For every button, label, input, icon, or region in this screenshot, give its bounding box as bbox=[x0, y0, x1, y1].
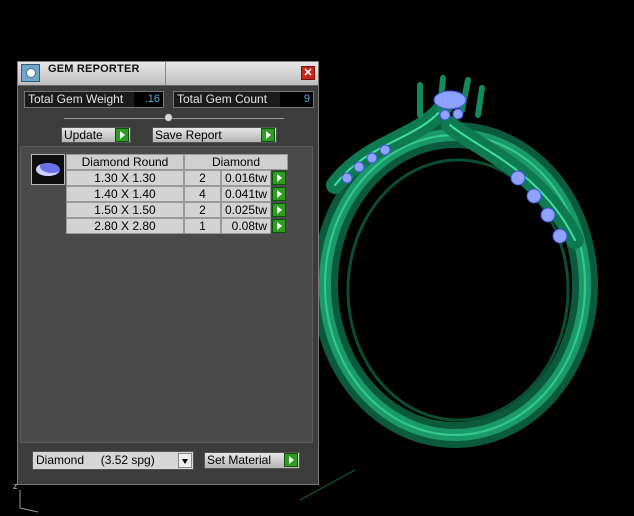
row-count: 1 bbox=[184, 218, 221, 234]
dropdown-arrow-icon[interactable] bbox=[178, 453, 192, 468]
window-title: GEM REPORTER bbox=[48, 63, 140, 75]
update-label: Update bbox=[64, 128, 103, 142]
row-size: 1.40 X 1.40 bbox=[66, 186, 184, 202]
set-material-label: Set Material bbox=[207, 453, 272, 467]
row-weight: 0.041tw bbox=[221, 186, 271, 202]
title-divider bbox=[165, 62, 166, 85]
save-report-button[interactable]: Save Report bbox=[152, 127, 277, 143]
row-count: 2 bbox=[184, 170, 221, 186]
row-count: 2 bbox=[184, 202, 221, 218]
row-weight: 0.016tw bbox=[221, 170, 271, 186]
title-bar[interactable]: GEM REPORTER ✕ bbox=[18, 62, 318, 86]
row-weight: 0.025tw bbox=[221, 202, 271, 218]
row-size: 1.30 X 1.30 bbox=[66, 170, 184, 186]
material-selected-value: Diamond (3.52 spg) bbox=[36, 453, 155, 467]
row-size: 2.80 X 2.80 bbox=[66, 218, 184, 234]
green-arrow-icon[interactable] bbox=[272, 203, 286, 217]
save-report-label: Save Report bbox=[155, 128, 222, 142]
total-gem-count-value: 9 bbox=[280, 92, 313, 107]
column-header-shape: Diamond Round bbox=[66, 154, 184, 170]
column-header-material: Diamond bbox=[184, 154, 288, 170]
panel-splitter-line bbox=[64, 118, 284, 119]
close-icon[interactable]: ✕ bbox=[301, 66, 315, 80]
gem-diamond-icon[interactable] bbox=[31, 154, 65, 185]
green-arrow-icon[interactable] bbox=[272, 187, 286, 201]
total-gem-weight-value: .16 bbox=[134, 92, 163, 107]
green-arrow-icon[interactable] bbox=[115, 128, 129, 142]
material-dropdown[interactable]: Diamond (3.52 spg) bbox=[32, 451, 194, 470]
panel-splitter-knob[interactable] bbox=[164, 113, 173, 122]
green-arrow-icon[interactable] bbox=[284, 453, 298, 467]
green-arrow-icon[interactable] bbox=[272, 219, 286, 233]
gem-list-area: Diamond Round Diamond 1.30 X 1.30 2 0.01… bbox=[20, 146, 313, 443]
gem-reporter-app-icon bbox=[21, 64, 40, 82]
green-arrow-icon[interactable] bbox=[261, 128, 275, 142]
total-gem-weight-text: Total Gem Weight bbox=[28, 92, 124, 106]
row-weight: 0.08tw bbox=[221, 218, 271, 234]
row-count: 4 bbox=[184, 186, 221, 202]
gem-reporter-panel: GEM REPORTER ✕ Total Gem Weight .16 Tota… bbox=[17, 61, 319, 485]
total-gem-count-text: Total Gem Count bbox=[177, 92, 268, 106]
axis-gizmo bbox=[19, 490, 39, 513]
green-arrow-icon[interactable] bbox=[272, 171, 286, 185]
row-size: 1.50 X 1.50 bbox=[66, 202, 184, 218]
